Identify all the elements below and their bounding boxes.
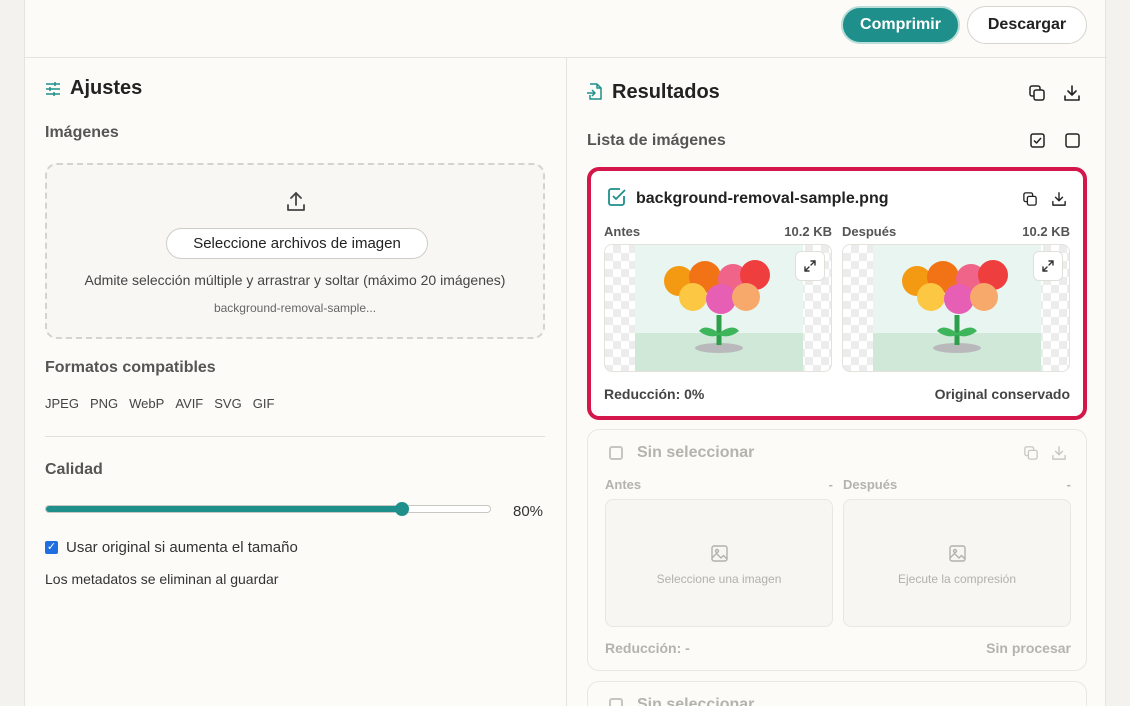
result-card-empty[interactable]: Sin seleccionar Antes - Después - Selecc… bbox=[587, 429, 1087, 671]
result-card-empty[interactable]: Sin seleccionar bbox=[587, 681, 1087, 706]
unchecked-checkbox[interactable] bbox=[609, 446, 623, 460]
deselect-all-icon[interactable] bbox=[1065, 133, 1080, 148]
select-all-icon[interactable] bbox=[1030, 133, 1045, 148]
formats-label: Formatos compatibles bbox=[45, 359, 216, 376]
image-dropzone[interactable]: Seleccione archivos de imagen Admite sel… bbox=[45, 163, 545, 339]
download-button[interactable]: Descargar bbox=[967, 6, 1087, 44]
quality-slider-thumb[interactable] bbox=[394, 502, 409, 516]
copy-icon[interactable] bbox=[1023, 192, 1037, 206]
expand-icon bbox=[804, 260, 816, 272]
expand-button[interactable] bbox=[1033, 251, 1063, 281]
checked-checkbox-icon[interactable] bbox=[607, 187, 627, 207]
after-placeholder-text: Ejecute la compresión bbox=[897, 572, 1017, 586]
format-webp: WebP bbox=[129, 396, 165, 411]
file-export-icon bbox=[587, 83, 602, 100]
formats-list: JPEG PNG WebP AVIF SVG GIF bbox=[45, 396, 274, 411]
compress-button[interactable]: Comprimir bbox=[841, 6, 960, 44]
before-label: Antes bbox=[604, 224, 641, 239]
format-svg: SVG bbox=[214, 396, 242, 411]
copy-icon bbox=[1024, 446, 1038, 460]
image-icon bbox=[949, 545, 966, 562]
expand-button[interactable] bbox=[795, 251, 825, 281]
use-original-checkbox[interactable]: ✓ bbox=[45, 541, 58, 554]
status-text: Original conservado bbox=[934, 386, 1070, 402]
after-size: - bbox=[1066, 477, 1071, 492]
upload-icon bbox=[287, 192, 305, 211]
flower-image bbox=[873, 245, 1041, 371]
quality-slider-fill bbox=[46, 506, 403, 512]
download-icon bbox=[1052, 446, 1066, 460]
use-original-label: Usar original si aumenta el tamaño bbox=[66, 539, 298, 556]
format-png: PNG bbox=[89, 396, 119, 411]
after-label: Después bbox=[842, 224, 897, 239]
after-preview[interactable] bbox=[842, 244, 1070, 372]
metadata-note: Los metadatos se eliminan al guardar bbox=[45, 571, 279, 587]
format-avif: AVIF bbox=[175, 396, 204, 411]
quality-value: 80% bbox=[513, 503, 544, 520]
before-size: 10.2 KB bbox=[784, 224, 832, 239]
before-size: - bbox=[828, 477, 833, 492]
card-name: Sin seleccionar bbox=[637, 444, 755, 461]
top-toolbar: Comprimir Descargar bbox=[25, 0, 1107, 58]
after-size: 10.2 KB bbox=[1022, 224, 1070, 239]
download-icon[interactable] bbox=[1052, 192, 1066, 206]
copy-all-icon[interactable] bbox=[1029, 85, 1045, 101]
quality-label: Calidad bbox=[45, 461, 103, 478]
images-label: Imágenes bbox=[45, 124, 119, 141]
settings-title: Ajustes bbox=[70, 77, 143, 99]
sliders-icon bbox=[46, 82, 60, 96]
image-icon bbox=[711, 545, 728, 562]
results-title: Resultados bbox=[612, 81, 720, 103]
before-label: Antes bbox=[605, 477, 642, 492]
before-placeholder: Seleccione una imagen bbox=[605, 499, 833, 627]
panel-divider bbox=[566, 58, 567, 706]
result-card-selected[interactable]: background-removal-sample.png Antes 10.2… bbox=[587, 167, 1087, 420]
format-jpeg: JPEG bbox=[45, 396, 79, 411]
file-name: background-removal-sample.png bbox=[636, 190, 889, 207]
dropzone-hint: Admite selección múltiple y arrastrar y … bbox=[84, 272, 506, 288]
after-placeholder: Ejecute la compresión bbox=[843, 499, 1071, 627]
app-window: Comprimir Descargar Ajustes Imágenes Sel… bbox=[24, 0, 1107, 706]
before-preview[interactable] bbox=[604, 244, 832, 372]
quality-slider[interactable] bbox=[45, 505, 491, 513]
card-name: Sin seleccionar bbox=[637, 696, 755, 706]
expand-icon bbox=[1042, 260, 1054, 272]
section-divider bbox=[45, 436, 545, 437]
format-gif: GIF bbox=[252, 396, 275, 411]
reduction-text: Reducción: - bbox=[605, 640, 690, 656]
flower-image bbox=[635, 245, 803, 371]
before-placeholder-text: Seleccione una imagen bbox=[656, 572, 782, 586]
selected-file-name: background-removal-sample... bbox=[213, 301, 377, 315]
reduction-text: Reducción: 0% bbox=[604, 386, 705, 402]
image-list-label: Lista de imágenes bbox=[587, 132, 726, 149]
select-images-button[interactable]: Seleccione archivos de imagen bbox=[166, 228, 428, 259]
after-label: Después bbox=[843, 477, 898, 492]
status-text: Sin procesar bbox=[986, 640, 1071, 656]
download-all-icon[interactable] bbox=[1064, 85, 1080, 101]
unchecked-checkbox[interactable] bbox=[609, 698, 623, 706]
